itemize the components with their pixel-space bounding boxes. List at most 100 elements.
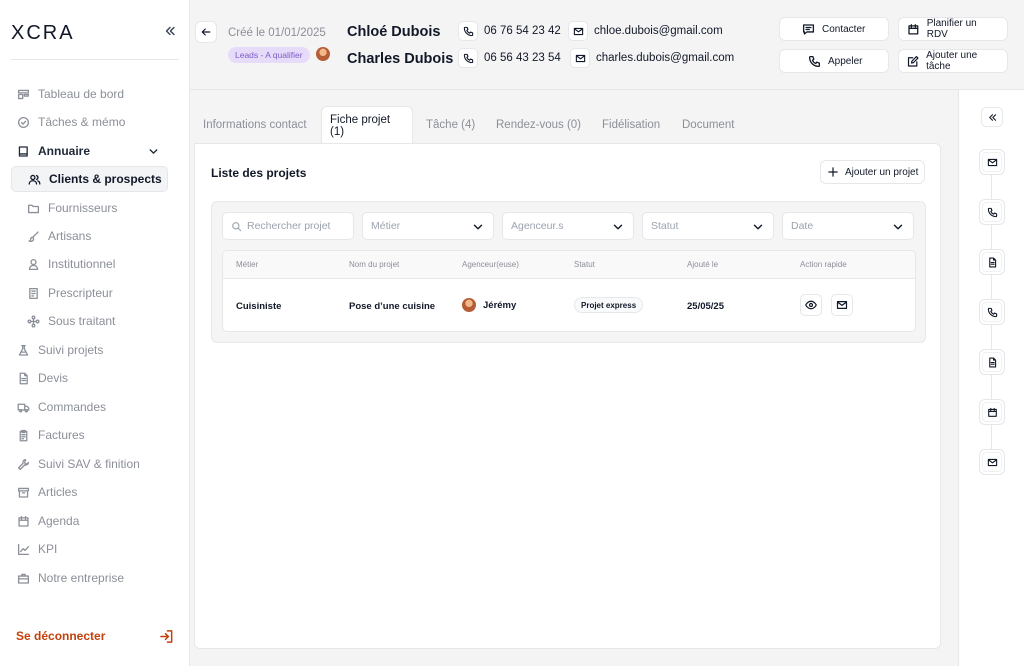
document-icon bbox=[27, 287, 40, 300]
filter-statut[interactable]: Statut bbox=[642, 212, 774, 240]
network-icon bbox=[27, 315, 40, 328]
sidebar-item-institutionnel[interactable]: Institutionnel bbox=[11, 251, 168, 277]
email-contact-2-button[interactable] bbox=[570, 48, 590, 68]
sidebar-item-sous-traitant[interactable]: Sous traitant bbox=[11, 308, 168, 334]
timeline-mail-item[interactable] bbox=[979, 149, 1005, 175]
sidebar-item-label: Articles bbox=[38, 485, 78, 499]
add-task-label: Ajouter une tâche bbox=[926, 50, 978, 72]
back-button[interactable] bbox=[195, 21, 217, 43]
filter-statut-label: Statut bbox=[651, 220, 679, 232]
sidebar-item-annuaire[interactable]: Annuaire bbox=[11, 138, 168, 164]
column-header: Action rapide bbox=[800, 260, 847, 269]
logout-button[interactable]: Se déconnecter bbox=[16, 627, 174, 645]
app-logo: XCRA bbox=[11, 22, 75, 44]
timeline-file-item[interactable] bbox=[979, 349, 1005, 375]
avatar bbox=[316, 47, 330, 61]
chevron-down-icon bbox=[751, 220, 765, 234]
column-header: Nom du projet bbox=[349, 260, 400, 269]
cell-metier: Cuisiniste bbox=[236, 301, 282, 312]
sidebar-item-artisans[interactable]: Artisans bbox=[11, 223, 168, 249]
timeline-phone-item[interactable] bbox=[979, 299, 1005, 325]
filter-metier-label: Métier bbox=[371, 220, 401, 232]
dashboard-icon bbox=[17, 88, 30, 101]
call-contact-2-button[interactable] bbox=[458, 48, 478, 68]
users-icon bbox=[28, 173, 41, 186]
timeline-file-item[interactable] bbox=[979, 249, 1005, 275]
call-button[interactable]: Appeler bbox=[779, 49, 889, 73]
chevron-down-icon bbox=[611, 220, 625, 234]
contact-button-label: Contacter bbox=[822, 23, 866, 35]
plan-rdv-label: Planifier un RDV bbox=[926, 18, 977, 40]
created-date: Créé le 01/01/2025 bbox=[228, 27, 326, 39]
contact-email-2: charles.dubois@gmail.com bbox=[596, 52, 735, 64]
tab-document[interactable]: Document bbox=[674, 106, 742, 144]
sidebar-item-label: Prescripteur bbox=[48, 286, 113, 300]
contact-phone-2: 06 56 43 23 54 bbox=[484, 52, 561, 64]
phone-icon bbox=[987, 307, 998, 318]
email-project-button[interactable] bbox=[831, 294, 853, 316]
filter-metier[interactable]: Métier bbox=[362, 212, 494, 240]
sidebar-item-suivi-sav[interactable]: Suivi SAV & finition bbox=[11, 451, 168, 477]
project-panel: Liste des projets Ajouter un projet Rech… bbox=[194, 143, 941, 649]
phone-icon bbox=[463, 53, 474, 64]
collapse-rail-button[interactable] bbox=[981, 107, 1003, 127]
tab-informations-contact[interactable]: Informations contact bbox=[195, 106, 315, 144]
lead-status-badge[interactable]: Leads - A qualifier bbox=[228, 47, 310, 63]
tab-fiche-projet[interactable]: Fiche projet (1) bbox=[321, 106, 413, 144]
filter-agenceur[interactable]: Agenceur.s bbox=[502, 212, 634, 240]
timeline-mail-item[interactable] bbox=[979, 449, 1005, 475]
plan-rdv-button[interactable]: Planifier un RDV bbox=[898, 17, 1008, 41]
sidebar-item-taches-memo[interactable]: Tâches & mémo bbox=[11, 109, 168, 135]
timeline-phone-item[interactable] bbox=[979, 199, 1005, 225]
tab-rendez-vous[interactable]: Rendez-vous (0) bbox=[488, 106, 589, 144]
column-header: Ajouté le bbox=[687, 260, 719, 269]
chevron-down-icon bbox=[891, 220, 905, 234]
phone-icon bbox=[987, 207, 998, 218]
sidebar-item-agenda[interactable]: Agenda bbox=[11, 508, 168, 534]
contact-button[interactable]: Contacter bbox=[779, 17, 889, 41]
cell-agenceur: Jérémy bbox=[462, 298, 516, 312]
sidebar-item-label: Suivi SAV & finition bbox=[38, 457, 140, 471]
logout-label: Se déconnecter bbox=[16, 629, 106, 643]
sidebar-item-suivi-projets[interactable]: Suivi projets bbox=[11, 337, 168, 363]
sidebar-item-fournisseurs[interactable]: Fournisseurs bbox=[11, 195, 168, 221]
search-placeholder: Rechercher projet bbox=[247, 220, 331, 232]
search-input[interactable]: Rechercher projet bbox=[222, 212, 354, 240]
timeline-calendar-item[interactable] bbox=[979, 399, 1005, 425]
mail-icon bbox=[573, 26, 584, 37]
email-contact-1-button[interactable] bbox=[568, 21, 588, 41]
sidebar-item-notre-entreprise[interactable]: Notre entreprise bbox=[11, 565, 168, 591]
briefcase-icon bbox=[17, 572, 30, 585]
sidebar: XCRA Tableau de bord Tâches & mémo Annua… bbox=[0, 0, 190, 666]
view-project-button[interactable] bbox=[800, 294, 822, 316]
add-project-button[interactable]: Ajouter un projet bbox=[820, 160, 926, 184]
add-project-label: Ajouter un projet bbox=[845, 166, 919, 178]
archive-icon bbox=[17, 486, 30, 499]
sidebar-item-label: Suivi projets bbox=[38, 343, 104, 357]
sidebar-item-devis[interactable]: Devis bbox=[11, 365, 168, 391]
call-contact-1-button[interactable] bbox=[458, 21, 478, 41]
sidebar-item-kpi[interactable]: KPI bbox=[11, 536, 168, 562]
logout-icon bbox=[159, 629, 174, 644]
check-circle-icon bbox=[17, 116, 30, 129]
sidebar-item-label: Artisans bbox=[48, 229, 92, 243]
add-task-button[interactable]: Ajouter une tâche bbox=[898, 49, 1008, 73]
sidebar-item-commandes[interactable]: Commandes bbox=[11, 394, 168, 420]
tab-fidelisation[interactable]: Fidélisation bbox=[594, 106, 668, 144]
tab-tache[interactable]: Tâche (4) bbox=[418, 106, 483, 144]
sidebar-item-tableau-de-bord[interactable]: Tableau de bord bbox=[11, 81, 168, 107]
sidebar-item-label: Clients & prospects bbox=[49, 172, 162, 186]
sidebar-item-prescripteur[interactable]: Prescripteur bbox=[11, 280, 168, 306]
sidebar-item-factures[interactable]: Factures bbox=[11, 422, 168, 448]
phone-icon bbox=[808, 55, 821, 68]
sidebar-item-label: Factures bbox=[38, 428, 85, 442]
calendar-icon bbox=[987, 407, 998, 418]
sidebar-item-articles[interactable]: Articles bbox=[11, 479, 168, 505]
arrow-left-icon bbox=[200, 26, 212, 38]
sidebar-item-clients-prospects[interactable]: Clients & prospects bbox=[11, 166, 168, 192]
brush-icon bbox=[27, 230, 40, 243]
truck-icon bbox=[17, 401, 30, 414]
column-header: Agenceur(euse) bbox=[462, 260, 519, 269]
filter-date[interactable]: Date bbox=[782, 212, 914, 240]
collapse-sidebar-button[interactable] bbox=[160, 22, 180, 40]
